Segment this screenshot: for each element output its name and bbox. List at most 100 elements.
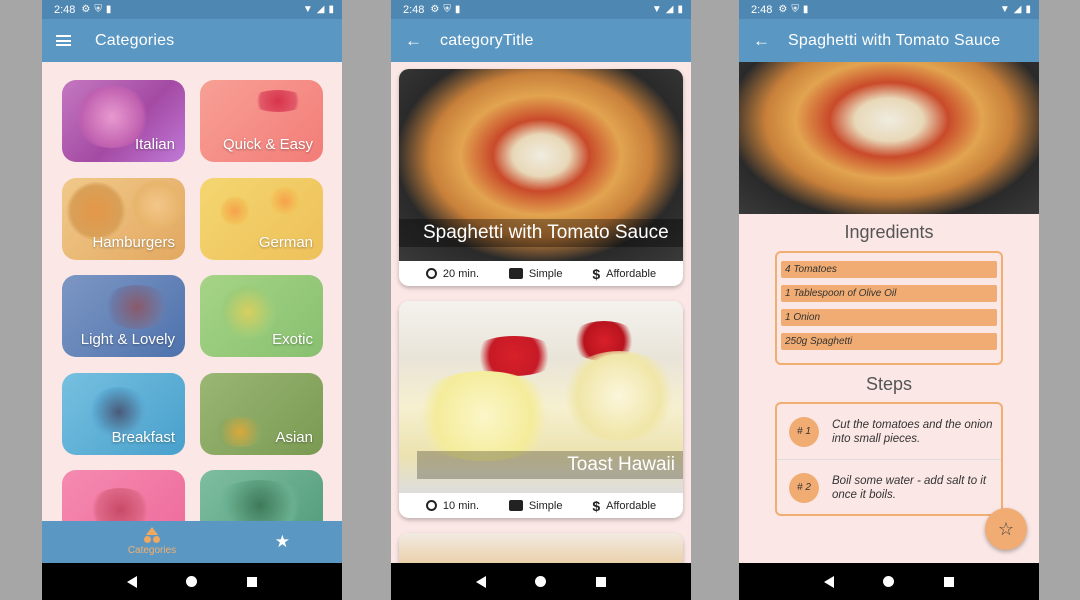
meal-card[interactable]: Toast Hawaii 10 min. Simple $ Affordable <box>399 301 683 518</box>
status-time: 2:48 <box>751 3 773 16</box>
system-nav-bar <box>42 563 342 600</box>
back-nav-icon[interactable] <box>823 575 834 588</box>
page-title: Categories <box>95 31 175 49</box>
shield-icon: ⛨ <box>443 3 451 15</box>
settings-icon: ⚙ <box>778 3 788 15</box>
wifi-icon: ▼ <box>302 3 313 15</box>
recents-nav-icon[interactable] <box>596 576 607 587</box>
meal-card[interactable]: Spaghetti with Tomato Sauce 20 min. Simp… <box>399 69 683 286</box>
meals-screen: 2:48 ⚙ ⛨ ▮ ▼ ◢ ▮ ← categoryTitle Spaghetti w… <box>391 0 691 600</box>
wifi-icon: ▼ <box>999 3 1010 15</box>
status-time: 2:48 <box>403 3 425 16</box>
app-bar: Categories <box>42 19 342 62</box>
sim-icon: ▮ <box>454 3 461 15</box>
category-tile-italian[interactable]: Italian <box>62 80 185 162</box>
back-arrow-icon[interactable]: ← <box>753 31 770 51</box>
category-tile-quick-easy[interactable]: Quick & Easy <box>200 80 323 162</box>
ingredient-item: 4 Tomatoes <box>781 261 997 278</box>
category-grid: Italian Quick & Easy Hamburgers German L… <box>42 62 342 521</box>
step-item: # 1 Cut the tomatoes and the onion into … <box>777 404 1001 460</box>
meal-affordability: Affordable <box>606 499 657 512</box>
meal-title: Spaghetti with Tomato Sauce <box>399 219 683 247</box>
tab-label: Categories <box>127 545 177 556</box>
meal-duration: 10 min. <box>442 499 479 512</box>
tab-favorites[interactable]: ★ <box>275 532 290 552</box>
step-text: Boil some water - add salt to it once it… <box>832 474 987 501</box>
category-label: Asian <box>275 429 313 446</box>
meal-detail-screen: 2:48 ⚙ ⛨ ▮ ▼ ◢ ▮ ← Spaghetti with Tomato Sau… <box>739 0 1039 600</box>
ingredient-item: 250g Spaghetti <box>781 333 997 350</box>
star-icon: ★ <box>274 532 290 551</box>
category-tile-asian[interactable]: Asian <box>200 373 323 455</box>
category-label: Hamburgers <box>92 234 175 251</box>
dollar-icon: $ <box>592 497 601 514</box>
category-label: Light & Lovely <box>80 331 175 348</box>
meal-meta: 10 min. Simple $ Affordable <box>399 493 683 518</box>
meal-title: Toast Hawaii <box>417 451 683 479</box>
ingredients-list: 4 Tomatoes 1 Tablespoon of Olive Oil 1 O… <box>775 251 1003 365</box>
category-label: Breakfast <box>111 429 175 446</box>
briefcase-icon <box>508 500 523 511</box>
clock-icon <box>425 500 437 511</box>
tab-categories[interactable]: Categories <box>102 527 202 556</box>
battery-icon: ▮ <box>677 3 683 15</box>
steps-list: # 1 Cut the tomatoes and the onion into … <box>775 402 1003 516</box>
category-label: Exotic <box>272 331 313 348</box>
category-tile-light-lovely[interactable]: Light & Lovely <box>62 275 185 357</box>
signal-icon: ◢ <box>1013 3 1022 15</box>
battery-icon: ▮ <box>1025 3 1031 15</box>
settings-icon: ⚙ <box>81 3 91 15</box>
page-title: Spaghetti with Tomato Sauce <box>788 31 1001 49</box>
meal-image: Toast Hawaii <box>399 301 683 493</box>
meal-duration: 20 min. <box>442 267 479 280</box>
recents-nav-icon[interactable] <box>944 576 955 587</box>
category-icon <box>102 527 202 543</box>
category-tile-9[interactable] <box>62 470 185 521</box>
status-bar: 2:48 ⚙ ⛨ ▮ ▼ ◢ ▮ <box>42 0 342 19</box>
home-nav-icon[interactable] <box>186 576 198 587</box>
meal-image: Spaghetti with Tomato Sauce <box>399 69 683 261</box>
favorite-button[interactable]: ☆ <box>985 508 1027 550</box>
step-number: # 1 <box>789 416 819 447</box>
ingredient-item: 1 Tablespoon of Olive Oil <box>781 285 997 302</box>
battery-icon: ▮ <box>328 3 334 15</box>
clock-icon <box>425 268 437 279</box>
category-tile-exotic[interactable]: Exotic <box>200 275 323 357</box>
sim-icon: ▮ <box>802 3 809 15</box>
home-nav-icon[interactable] <box>535 576 547 587</box>
steps-heading: Steps <box>865 374 913 394</box>
back-nav-icon[interactable] <box>475 575 486 588</box>
menu-icon[interactable] <box>56 35 71 46</box>
briefcase-icon <box>508 268 523 279</box>
meal-meta: 20 min. Simple $ Affordable <box>399 261 683 286</box>
app-bar: ← Spaghetti with Tomato Sauce <box>739 19 1039 62</box>
signal-icon: ◢ <box>316 3 325 15</box>
step-text: Cut the tomatoes and the onion into smal… <box>832 418 993 445</box>
settings-icon: ⚙ <box>430 3 440 15</box>
status-bar: 2:48 ⚙ ⛨ ▮ ▼ ◢ ▮ <box>391 0 691 19</box>
back-arrow-icon[interactable]: ← <box>405 31 422 51</box>
category-label: Quick & Easy <box>222 136 313 153</box>
categories-screen: 2:48 ⚙ ⛨ ▮ ▼ ◢ ▮ Categories Italian Quick & … <box>42 0 342 600</box>
wifi-icon: ▼ <box>651 3 662 15</box>
signal-icon: ◢ <box>665 3 674 15</box>
category-tile-10[interactable] <box>200 470 323 521</box>
category-tile-hamburgers[interactable]: Hamburgers <box>62 178 185 260</box>
back-nav-icon[interactable] <box>126 575 137 588</box>
meal-complexity: Simple <box>528 267 563 280</box>
category-tile-breakfast[interactable]: Breakfast <box>62 373 185 455</box>
sim-icon: ▮ <box>105 3 112 15</box>
home-nav-icon[interactable] <box>883 576 895 587</box>
step-item: # 2 Boil some water - add salt to it onc… <box>777 460 1001 515</box>
category-tile-german[interactable]: German <box>200 178 323 260</box>
recents-nav-icon[interactable] <box>247 576 258 587</box>
system-nav-bar <box>739 563 1039 600</box>
system-nav-bar <box>391 563 691 600</box>
app-bar: ← categoryTitle <box>391 19 691 62</box>
shield-icon: ⛨ <box>94 3 102 15</box>
meal-image <box>739 62 1039 214</box>
category-label: German <box>258 234 313 251</box>
meal-affordability: Affordable <box>606 267 657 280</box>
category-label: Italian <box>134 136 175 153</box>
status-time: 2:48 <box>54 3 76 16</box>
